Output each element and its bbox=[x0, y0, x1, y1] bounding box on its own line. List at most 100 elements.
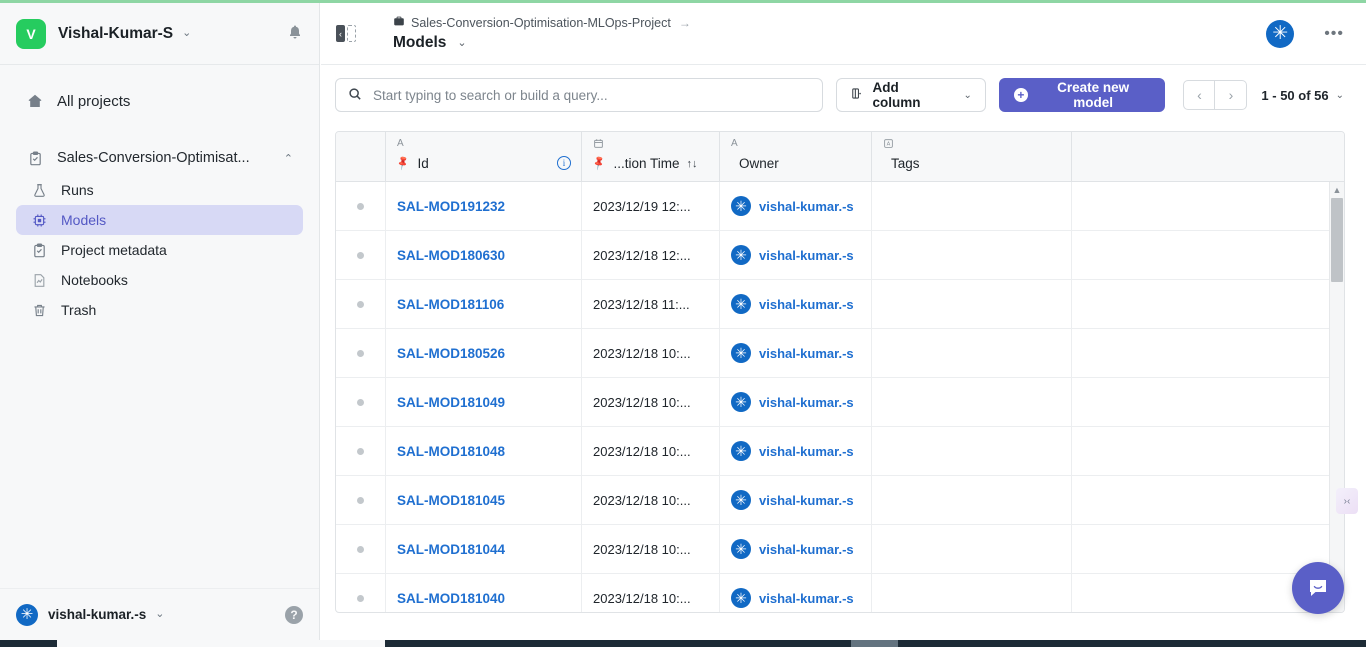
cell-owner: ✳ vishal-kumar.-s bbox=[720, 525, 872, 573]
owner-chip[interactable]: ✳ vishal-kumar.-s bbox=[731, 490, 854, 510]
table-row[interactable]: SAL-MOD181044 2023/12/18 10:... ✳ vishal-ku… bbox=[336, 525, 1344, 574]
table-row[interactable]: SAL-MOD181045 2023/12/18 10:... ✳ vishal-ku… bbox=[336, 476, 1344, 525]
table-row[interactable]: SAL-MOD181048 2023/12/18 10:... ✳ vishal-ku… bbox=[336, 427, 1344, 476]
info-icon[interactable]: i bbox=[557, 156, 571, 170]
row-marker-cell[interactable] bbox=[336, 280, 386, 328]
model-id-link[interactable]: SAL-MOD181048 bbox=[397, 444, 505, 459]
creation-time-text: 2023/12/18 10:... bbox=[593, 590, 691, 606]
table-row[interactable]: SAL-MOD180630 2023/12/18 12:... ✳ vishal-ku… bbox=[336, 231, 1344, 280]
sidebar-item-runs[interactable]: Runs bbox=[16, 175, 303, 205]
sidebar-item-project-metadata[interactable]: Project metadata bbox=[16, 235, 303, 265]
add-column-button[interactable]: Add column ⌄ bbox=[836, 78, 986, 112]
table-row[interactable]: SAL-MOD191232 2023/12/19 12:... ✳ vishal-ku… bbox=[336, 182, 1344, 231]
creation-time-text: 2023/12/18 10:... bbox=[593, 541, 691, 557]
next-page-button[interactable]: › bbox=[1215, 80, 1248, 110]
bell-icon[interactable] bbox=[287, 24, 303, 44]
row-marker-cell[interactable] bbox=[336, 182, 386, 230]
window-horizontal-scrollbar[interactable] bbox=[0, 640, 1366, 647]
search-box[interactable] bbox=[335, 78, 824, 112]
sidebar-item-trash[interactable]: Trash bbox=[16, 295, 303, 325]
pagination-range[interactable]: 1 - 50 of 56 ⌄ bbox=[1261, 88, 1344, 103]
breadcrumb-project-name[interactable]: Sales-Conversion-Optimisation-MLOps-Proj… bbox=[411, 16, 671, 30]
owner-chip[interactable]: ✳ vishal-kumar.-s bbox=[731, 588, 854, 608]
row-dot-icon bbox=[357, 300, 364, 308]
cell-tags bbox=[872, 231, 1072, 279]
scrollbar-thumb[interactable] bbox=[851, 640, 898, 647]
model-id-link[interactable]: SAL-MOD181045 bbox=[397, 493, 505, 508]
sidebar-item-all-projects[interactable]: All projects bbox=[16, 83, 303, 119]
sidebar-item-label: Runs bbox=[61, 182, 94, 198]
chevron-down-icon: ⌄ bbox=[1335, 89, 1344, 101]
owner-chip[interactable]: ✳ vishal-kumar.-s bbox=[731, 196, 854, 216]
sidebar-item-notebooks[interactable]: Notebooks bbox=[16, 265, 303, 295]
row-marker-cell[interactable] bbox=[336, 378, 386, 426]
owner-name: vishal-kumar.-s bbox=[759, 541, 854, 557]
avatar: ✳ bbox=[731, 588, 751, 608]
workspace-header[interactable]: V Vishal-Kumar-S ⌄ bbox=[0, 3, 319, 65]
model-id-link[interactable]: SAL-MOD181049 bbox=[397, 395, 505, 410]
more-menu-icon[interactable]: ••• bbox=[1324, 25, 1344, 43]
arrow-right-icon: → bbox=[678, 15, 691, 30]
table-row[interactable]: SAL-MOD180526 2023/12/18 10:... ✳ vishal-ku… bbox=[336, 329, 1344, 378]
avatar: ✳ bbox=[731, 245, 751, 265]
chevron-down-icon[interactable]: ⌄ bbox=[182, 28, 191, 39]
collapse-sidepanel-handle[interactable]: ›‹ bbox=[1336, 488, 1358, 514]
chevron-down-icon[interactable]: ⌄ bbox=[155, 609, 164, 620]
trash-icon bbox=[30, 303, 48, 318]
chevron-up-icon[interactable]: ⌃ bbox=[284, 152, 293, 165]
table-vertical-scrollbar[interactable]: ▲ bbox=[1329, 182, 1344, 612]
model-id-link[interactable]: SAL-MOD180526 bbox=[397, 346, 505, 361]
owner-chip[interactable]: ✳ vishal-kumar.-s bbox=[731, 245, 854, 265]
collapse-panel-icon[interactable]: ‹ bbox=[335, 23, 357, 45]
model-id-link[interactable]: SAL-MOD181044 bbox=[397, 542, 505, 557]
column-header-creation-time[interactable]: 📌 ...tion Time ↑↓ bbox=[582, 132, 720, 181]
row-marker-cell[interactable] bbox=[336, 525, 386, 573]
chevron-down-icon[interactable]: ⌄ bbox=[457, 37, 466, 49]
cell-id: SAL-MOD181044 bbox=[386, 525, 582, 573]
model-id-link[interactable]: SAL-MOD180630 bbox=[397, 248, 505, 263]
column-header-owner[interactable]: A Owner bbox=[720, 132, 872, 181]
cell-owner: ✳ vishal-kumar.-s bbox=[720, 231, 872, 279]
scroll-up-icon[interactable]: ▲ bbox=[1330, 182, 1344, 198]
owner-chip[interactable]: ✳ vishal-kumar.-s bbox=[731, 539, 854, 559]
sidebar-project-group[interactable]: Sales-Conversion-Optimisat... ⌃ bbox=[16, 141, 303, 175]
avatar: ✳ bbox=[731, 490, 751, 510]
search-input[interactable] bbox=[373, 87, 811, 103]
sidebar-item-label: Notebooks bbox=[61, 272, 128, 288]
cell-tags bbox=[872, 427, 1072, 475]
owner-chip[interactable]: ✳ vishal-kumar.-s bbox=[731, 392, 854, 412]
chat-bubble-icon[interactable] bbox=[1292, 562, 1344, 614]
column-header-id[interactable]: A 📌 Id i bbox=[386, 132, 582, 181]
owner-chip[interactable]: ✳ vishal-kumar.-s bbox=[731, 294, 854, 314]
avatar: ✳ bbox=[731, 539, 751, 559]
table-row[interactable]: SAL-MOD181049 2023/12/18 10:... ✳ vishal-ku… bbox=[336, 378, 1344, 427]
sidebar-project-label: Sales-Conversion-Optimisat... bbox=[57, 150, 250, 166]
sidebar-user-footer[interactable]: ✳ vishal-kumar.-s ⌄ ? bbox=[0, 588, 319, 640]
scrollbar-thumb[interactable] bbox=[1331, 198, 1343, 282]
row-marker-cell[interactable] bbox=[336, 574, 386, 612]
table-row[interactable]: SAL-MOD181040 2023/12/18 10:... ✳ vishal-ku… bbox=[336, 574, 1344, 612]
prev-page-button[interactable]: ‹ bbox=[1183, 80, 1216, 110]
table-row[interactable]: SAL-MOD181106 2023/12/18 11:... ✳ vishal-ku… bbox=[336, 280, 1344, 329]
owner-chip[interactable]: ✳ vishal-kumar.-s bbox=[731, 441, 854, 461]
cell-empty bbox=[1072, 182, 1344, 230]
sidebar-item-models[interactable]: Models bbox=[16, 205, 303, 235]
model-id-link[interactable]: SAL-MOD181040 bbox=[397, 591, 505, 606]
model-id-link[interactable]: SAL-MOD181106 bbox=[397, 297, 504, 312]
cell-empty bbox=[1072, 427, 1344, 475]
pin-icon[interactable]: 📌 bbox=[395, 155, 412, 171]
create-new-model-button[interactable]: + Create new model bbox=[998, 78, 1166, 112]
model-id-link[interactable]: SAL-MOD191232 bbox=[397, 199, 505, 214]
row-marker-cell[interactable] bbox=[336, 329, 386, 377]
pin-icon[interactable]: 📌 bbox=[591, 155, 608, 171]
sort-icon[interactable]: ↑↓ bbox=[686, 158, 697, 170]
row-marker-cell[interactable] bbox=[336, 231, 386, 279]
row-marker-cell[interactable] bbox=[336, 476, 386, 524]
cell-creation-time: 2023/12/18 11:... bbox=[582, 280, 720, 328]
avatar[interactable]: ✳ bbox=[1266, 19, 1295, 48]
help-icon[interactable]: ? bbox=[285, 605, 303, 624]
column-header-tags[interactable]: A Tags bbox=[872, 132, 1072, 181]
models-table: A 📌 Id i 📌 ...tion Time ↑↓ A Owner A Tag… bbox=[335, 131, 1345, 613]
owner-chip[interactable]: ✳ vishal-kumar.-s bbox=[731, 343, 854, 363]
row-marker-cell[interactable] bbox=[336, 427, 386, 475]
